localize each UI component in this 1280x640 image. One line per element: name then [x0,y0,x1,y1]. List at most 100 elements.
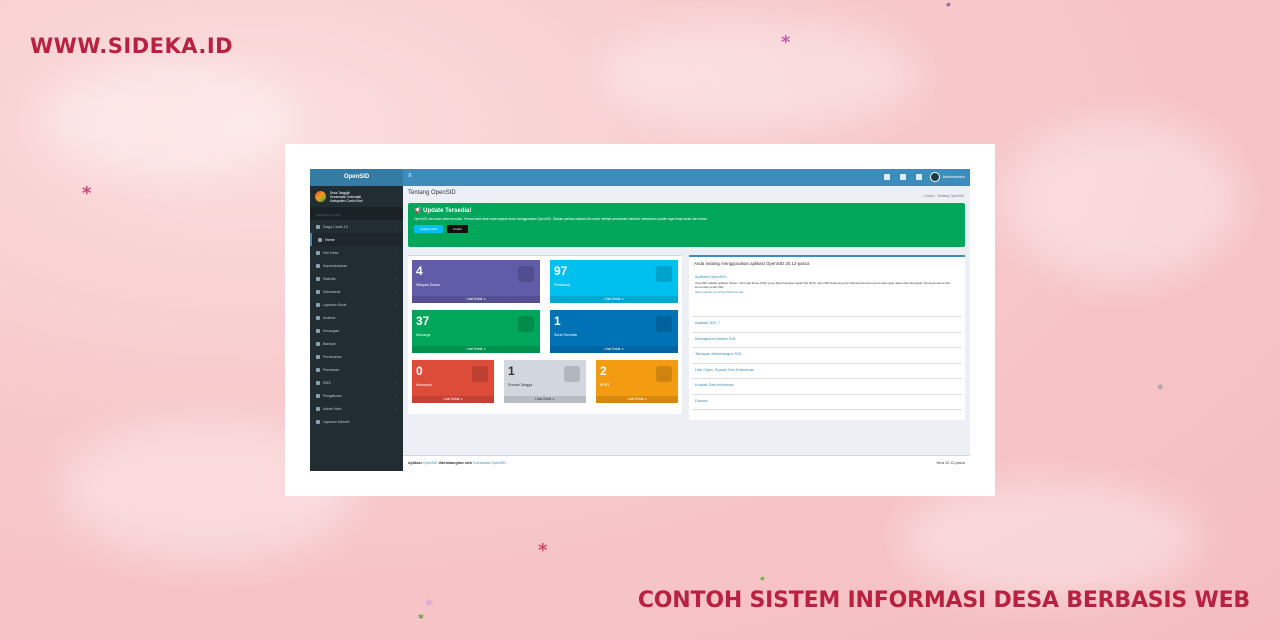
user-menu[interactable]: Administrator [929,172,965,182]
sidebar-item-pertanahan[interactable]: Pertanahan [310,350,403,363]
about-item[interactable]: Tahapan Membangun SID [692,348,962,364]
village-info: Desa Tanggkil Kecamatan Sukmajati Kabupa… [310,186,403,207]
stat-more-link[interactable]: Lihat Detail ➜ [596,396,678,403]
about-item[interactable]: Manajemen Akses SID [692,333,962,348]
about-item[interactable]: Donasi [692,395,962,410]
sidebar-item-admin-web[interactable]: Admin Web ‹ [310,402,403,415]
village-regency: Kabupaten Contoh Asri [330,198,363,203]
globe-icon [316,367,320,372]
stat-icon [656,266,672,282]
about-item[interactable]: Apakah SID ? [692,317,962,333]
mail-icon [316,302,320,307]
footer-app-link[interactable]: OpenSID [423,461,438,465]
sidebar-item-layanan-mandiri[interactable]: Layanan Mandiri [310,415,403,428]
stat-icon [518,266,534,282]
breadcrumb-home[interactable]: Home [925,194,934,198]
footer-version: Versi 20.12-pasca [936,461,965,465]
stat-icon [472,366,488,382]
chat-icon[interactable] [900,174,906,180]
folder-icon [316,289,320,294]
opensid-app: OpenSID Desa Tanggkil Kecamatan Sukmajat… [310,169,970,471]
stat-more-link[interactable]: Lihat Detail ➜ [412,396,494,403]
about-item[interactable]: Hak Cipta, Syarat Dan Ketentuan [692,364,962,379]
map-icon [316,354,320,359]
sidebar-item-label: Keuangan [323,328,340,333]
heart-icon [316,341,320,346]
download-button[interactable]: Unduh [447,225,468,233]
sidebar-item-sekretariat[interactable]: Sekretariat ‹ [310,285,403,298]
sidebar-item-sms[interactable]: SMS ‹ [310,376,403,389]
sidebar-item-kependudukan[interactable]: Kependudukan ‹ [310,259,403,272]
stat-label: Keluarga [416,333,431,337]
about-item-label: Aplikasi OpenSID [695,274,727,279]
stat-more-link[interactable]: Lihat Detail ➜ [550,296,678,303]
stat-box: 1 Rumah Tangga Lihat Detail ➜ [504,360,586,403]
sidebar-item-statistik[interactable]: Statistik ‹ [310,272,403,285]
stat-label: Surat Tercetak [554,333,578,337]
chevron-left-icon: ‹ [395,328,397,333]
top-navbar: ≡ Administrator [403,169,970,186]
about-description: OpenSID adalah aplikasi Sistem Informasi… [695,281,951,290]
sidebar-item-label: Statistik [323,276,336,281]
sidebar-item-label: Kependudukan [323,263,348,268]
sidebar-item-pemetaan[interactable]: Pemetaan ‹ [310,363,403,376]
sidebar-item-siaga-covid-19[interactable]: Siaga Covid-19 ‹ [310,220,403,233]
stat-label: BPNT [600,383,610,387]
chevron-left-icon: ‹ [395,380,397,385]
sidebar-item-label: Admin Web [323,406,342,411]
sidebar: OpenSID Desa Tanggkil Kecamatan Sukmajat… [310,169,403,471]
nav-list: Siaga Covid-19 ‹ Home Info Desa ‹ Kependuduka… [310,220,403,428]
sidebar-item-label: Layanan Surat [323,302,347,307]
alert-text: OpenSID versi baru telah tersedia. Terim… [414,217,708,221]
stat-icon [656,366,672,382]
stat-more-link[interactable]: Lihat Detail ➜ [550,346,678,353]
sidebar-item-label: SMS [323,380,331,385]
stat-more-link[interactable]: Lihat Detail ➜ [504,396,586,403]
stat-box: 0 Kelompok Lihat Detail ➜ [412,360,494,403]
github-link[interactable]: https://github.com/OpenSID/opensid [695,290,959,294]
sms-icon [316,380,320,385]
stat-number: 2 [600,364,607,378]
nav-header: NAVIGASI UTAMA [310,207,403,220]
stat-number: 0 [416,364,423,378]
stat-number: 1 [554,314,561,328]
chevron-left-icon: ‹ [395,276,397,281]
stat-more-link[interactable]: Lihat Detail ➜ [412,296,540,303]
about-item[interactable]: Kontak Dan Informasi [692,379,962,395]
release-notes-button[interactable]: Catatan Rilis [414,225,444,233]
sidebar-item-analisis[interactable]: Analisis [310,311,403,324]
sidebar-item-label: Bantuan [323,341,337,346]
sidebar-item-label: Pertanahan [323,354,342,359]
menu-toggle-icon[interactable]: ≡ [408,173,412,179]
app-logo[interactable]: OpenSID [310,169,403,186]
footer-community-link[interactable]: Komunitas OpenSID [473,461,506,465]
star-decoration: * [425,596,433,614]
alert-title: Update Tersedia! [423,208,472,214]
about-item[interactable]: Aplikasi OpenSID OpenSID adalah aplikasi … [692,271,962,317]
sidebar-item-keuangan[interactable]: Keuangan ‹ [310,324,403,337]
bullhorn-icon: 📢 [414,208,422,214]
print-icon[interactable] [884,174,890,180]
star-decoration: * [1157,382,1164,396]
stat-box: 37 Keluarga Lihat Detail ➜ [412,310,540,353]
about-list: Aplikasi OpenSID OpenSID adalah aplikasi … [692,271,962,417]
footer-mid: dikembangkan oleh [438,461,473,465]
sidebar-item-bantuan[interactable]: Bantuan [310,337,403,350]
chart-icon [316,276,320,281]
about-panel: Anda sedang menggunakan aplikasi OpenSID… [689,255,965,420]
site-brand: WWW.SIDEKA.ID [30,34,234,58]
sidebar-item-layanan-surat[interactable]: Layanan Surat ‹ [310,298,403,311]
stat-more-link[interactable]: Lihat Detail ➜ [412,346,540,353]
about-title: Anda sedang menggunakan aplikasi OpenSID… [694,261,810,266]
stat-box: 4 Wilayah Dusun Lihat Detail ➜ [412,260,540,303]
sidebar-item-pengaturan[interactable]: Pengaturan ‹ [310,389,403,402]
star-decoration: * [946,2,951,12]
caption-title: CONTOH SISTEM INFORMASI DESA BERBASIS WE… [637,588,1250,613]
sidebar-item-label: Pengaturan [323,393,342,398]
chevron-left-icon: ‹ [395,302,397,307]
sidebar-item-home[interactable]: Home [310,233,403,246]
stat-number: 97 [554,264,568,278]
sidebar-item-info-desa[interactable]: Info Desa ‹ [310,246,403,259]
stats-panel: 4 Wilayah Dusun Lihat Detail ➜ 97 Penduduk Li… [408,255,682,414]
mail-icon[interactable] [916,174,922,180]
